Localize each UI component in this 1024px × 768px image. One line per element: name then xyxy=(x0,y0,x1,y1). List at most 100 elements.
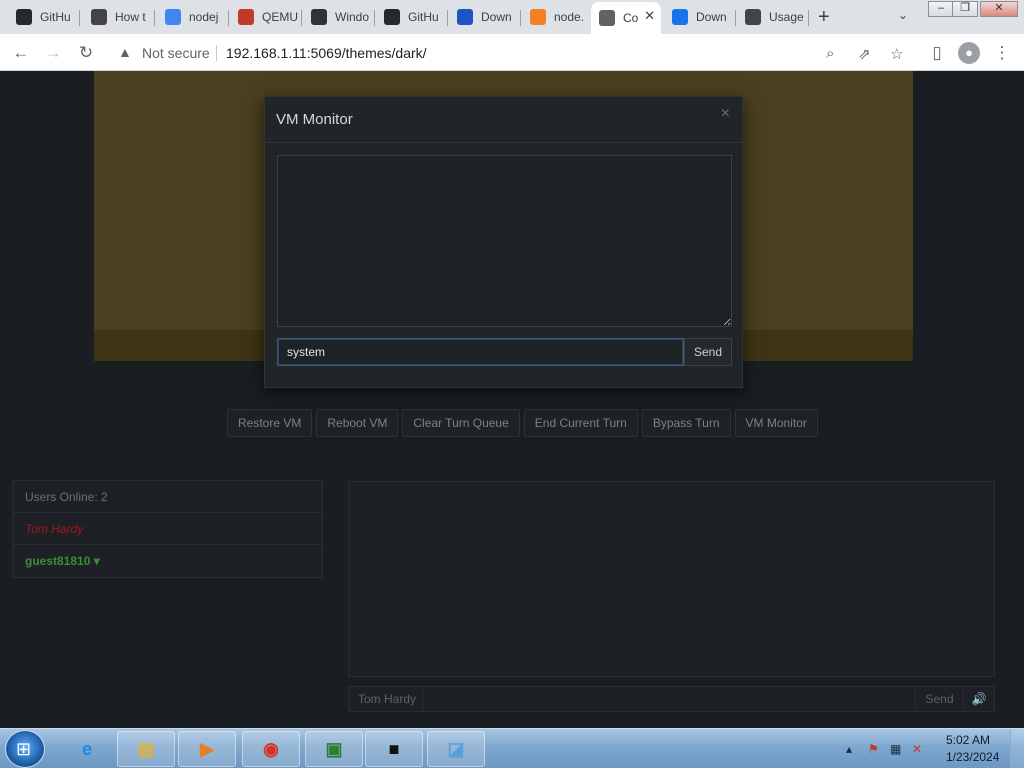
chrome-icon[interactable]: ◉ xyxy=(242,731,300,767)
github-icon xyxy=(16,9,32,25)
share-icon[interactable]: ⇗ xyxy=(858,45,871,63)
zoom-icon[interactable]: ⌕ xyxy=(826,45,834,62)
network-icon[interactable]: ▦ xyxy=(890,742,901,756)
qemu-icon xyxy=(238,9,254,25)
url-text[interactable]: 192.168.1.11:5069/themes/dark/ xyxy=(226,45,427,61)
tab-separator xyxy=(735,10,736,26)
media-player-icon[interactable]: ▶ xyxy=(178,731,236,767)
reboot-vm-button[interactable]: Reboot VM xyxy=(316,409,399,437)
browser-tab[interactable]: Windo xyxy=(303,4,375,30)
google-icon xyxy=(165,9,181,25)
modal-title: VM Monitor xyxy=(276,111,353,128)
tab-separator xyxy=(447,10,448,26)
monitor-output-textarea[interactable] xyxy=(277,155,732,327)
clock-date[interactable]: 1/23/2024 xyxy=(946,750,999,764)
tab-title: Down xyxy=(696,10,727,24)
browser-tab[interactable]: GitHu xyxy=(8,4,80,30)
users-online-count: Users Online: 2 xyxy=(13,481,322,513)
user-list-item[interactable]: Tom Hardy xyxy=(13,513,322,545)
restore-vm-button[interactable]: Restore VM xyxy=(227,409,313,437)
stackoverflow-icon xyxy=(530,9,546,25)
chat-input-row: Tom Hardy Send 🔊 xyxy=(348,686,995,712)
vm-monitor-button[interactable]: VM Monitor xyxy=(734,409,818,437)
notepad-icon[interactable]: ◪ xyxy=(427,731,485,767)
github-icon xyxy=(384,9,400,25)
show-desktop-button[interactable] xyxy=(1010,729,1024,768)
end-current-turn-button[interactable]: End Current Turn xyxy=(523,409,638,437)
address-bar[interactable]: ▲ Not secure 192.168.1.11:5069/themes/da… xyxy=(108,38,903,67)
monitor-command-input[interactable] xyxy=(277,338,684,366)
browser-tab[interactable]: Co ✕ xyxy=(591,2,661,34)
windows-taskbar: ⊞ e ▤ ▶ ◉ ▣ ■ ◪ ▴ ⚑ ▦ ✕ 5:02 AM 1/23/202… xyxy=(0,728,1024,768)
explorer-icon[interactable]: ▤ xyxy=(117,731,175,767)
chat-messages[interactable] xyxy=(348,481,995,677)
chat-input[interactable] xyxy=(423,687,915,711)
tab-separator xyxy=(374,10,375,26)
cmd-icon[interactable]: ■ xyxy=(365,731,423,767)
tab-separator xyxy=(301,10,302,26)
tab-separator xyxy=(79,10,80,26)
page-content: Restore VM Reboot VM Clear Turn Queue En… xyxy=(0,71,1024,728)
download-icon xyxy=(672,9,688,25)
browser-tab[interactable]: Usage xyxy=(737,4,809,30)
browser-tab[interactable]: QEMU xyxy=(230,4,302,30)
warning-triangle-icon[interactable]: ▲ xyxy=(118,44,132,60)
action-center-flag-icon[interactable]: ⚑ xyxy=(868,742,879,756)
n-icon xyxy=(457,9,473,25)
windows-logo-icon: ⊞ xyxy=(16,739,32,759)
reload-icon[interactable]: ↻ xyxy=(75,42,97,64)
tab-title: Windo xyxy=(335,10,370,24)
browser-tab[interactable]: Down xyxy=(664,4,736,30)
tab-separator xyxy=(808,10,809,26)
browser-tab[interactable]: Down xyxy=(449,4,521,30)
security-label[interactable]: Not secure xyxy=(142,45,210,61)
bookmark-star-icon[interactable]: ☆ xyxy=(890,45,903,63)
tab-close-icon[interactable]: ✕ xyxy=(644,8,655,24)
tray-expand-icon[interactable]: ▴ xyxy=(846,742,852,756)
bypass-turn-button[interactable]: Bypass Turn xyxy=(641,409,731,437)
side-panel-icon[interactable]: ▯ xyxy=(926,42,948,64)
tab-title: Down xyxy=(481,10,512,24)
minimize-button[interactable]: – xyxy=(928,1,954,17)
tab-separator xyxy=(520,10,521,26)
tab-title: QEMU xyxy=(262,10,298,24)
globe-icon xyxy=(599,10,615,26)
tab-title: Co xyxy=(623,11,639,25)
ask-ubuntu-icon xyxy=(91,9,107,25)
browser-tab[interactable]: nodej xyxy=(157,4,229,30)
menu-kebab-icon[interactable]: ⋮ xyxy=(991,42,1013,64)
modal-header: VM Monitor × xyxy=(265,97,742,143)
back-arrow-icon[interactable]: ← xyxy=(10,42,32,64)
ie-icon[interactable]: e xyxy=(58,731,116,767)
docs-icon xyxy=(745,9,761,25)
restore-button[interactable]: ❐ xyxy=(952,1,978,17)
browser-tab[interactable]: GitHu xyxy=(376,4,448,30)
profile-avatar-icon[interactable]: ● xyxy=(958,42,980,64)
monitor-send-button[interactable]: Send xyxy=(684,338,732,366)
clock-time[interactable]: 5:02 AM xyxy=(946,733,990,747)
tab-title: nodej xyxy=(189,10,219,24)
chat-send-button[interactable]: Send xyxy=(915,687,963,711)
browser-tab[interactable]: How t xyxy=(83,4,155,30)
vm-action-bar: Restore VM Reboot VM Clear Turn Queue En… xyxy=(227,409,818,437)
tab-title: Usage xyxy=(769,10,804,24)
close-icon[interactable]: × xyxy=(721,105,730,123)
tab-separator xyxy=(228,10,229,26)
archive-icon xyxy=(311,9,327,25)
remote-desktop-icon[interactable]: ▣ xyxy=(305,731,363,767)
new-tab-button[interactable]: + xyxy=(818,6,830,29)
chat-username-label: Tom Hardy xyxy=(349,687,423,711)
browser-tab[interactable]: node. xyxy=(522,4,594,30)
volume-icon[interactable]: 🔊 xyxy=(963,687,994,711)
clear-turn-queue-button[interactable]: Clear Turn Queue xyxy=(402,409,520,437)
browser-toolbar: ← → ↻ ▲ Not secure 192.168.1.11:5069/the… xyxy=(0,34,1024,71)
tab-search-chevron-icon[interactable]: ⌄ xyxy=(898,8,908,22)
browser-tab-strip: GitHu How t nodej QEMU Windo GitHu Down node. Co… xyxy=(0,0,1024,34)
volume-muted-icon[interactable]: ✕ xyxy=(912,742,922,756)
tab-separator xyxy=(154,10,155,26)
start-button[interactable]: ⊞ xyxy=(5,730,45,768)
tab-title: GitHu xyxy=(408,10,439,24)
window-close-button[interactable]: ✕ xyxy=(980,1,1018,17)
user-list-item[interactable]: guest81810 ▾ xyxy=(13,545,322,577)
forward-arrow-icon[interactable]: → xyxy=(42,42,64,64)
